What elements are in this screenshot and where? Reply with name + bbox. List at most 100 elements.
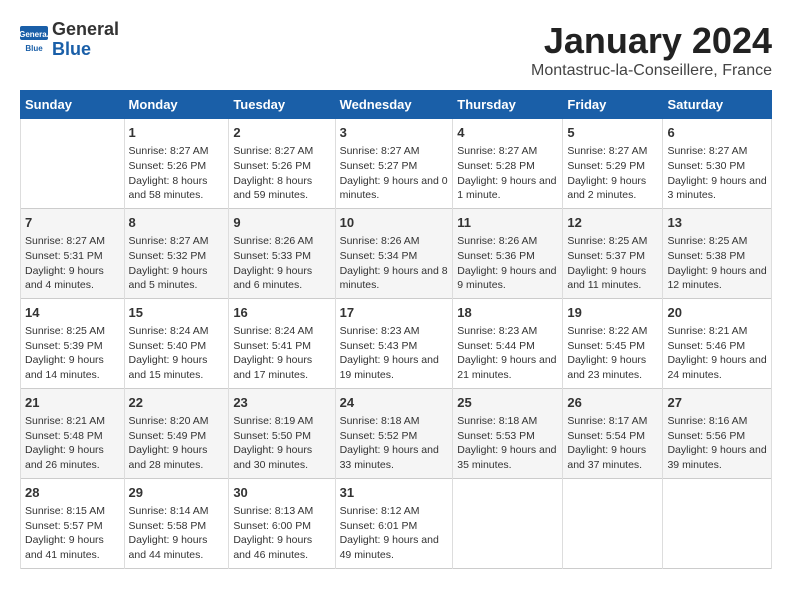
day-number: 20 [667, 304, 767, 322]
daylight-text: Daylight: 9 hours and 30 minutes. [233, 444, 312, 471]
sunrise-text: Sunrise: 8:23 AM [457, 325, 537, 337]
day-number: 28 [25, 484, 120, 502]
calendar-cell: 3 Sunrise: 8:27 AM Sunset: 5:27 PM Dayli… [335, 119, 453, 209]
calendar-cell: 17 Sunrise: 8:23 AM Sunset: 5:43 PM Dayl… [335, 298, 453, 388]
day-number: 2 [233, 124, 330, 142]
cell-content: Sunrise: 8:21 AM Sunset: 5:48 PM Dayligh… [25, 414, 120, 473]
sunrise-text: Sunrise: 8:13 AM [233, 505, 313, 517]
sunrise-text: Sunrise: 8:26 AM [233, 235, 313, 247]
day-number: 9 [233, 214, 330, 232]
day-number: 18 [457, 304, 558, 322]
calendar-cell: 4 Sunrise: 8:27 AM Sunset: 5:28 PM Dayli… [453, 119, 563, 209]
day-number: 12 [567, 214, 658, 232]
day-number: 16 [233, 304, 330, 322]
sunset-text: Sunset: 5:34 PM [340, 250, 418, 262]
cell-content: Sunrise: 8:19 AM Sunset: 5:50 PM Dayligh… [233, 414, 330, 473]
logo-icon: General Blue [20, 26, 48, 54]
sunset-text: Sunset: 5:40 PM [129, 340, 207, 352]
header-row: Sunday Monday Tuesday Wednesday Thursday… [21, 91, 772, 119]
calendar-cell: 11 Sunrise: 8:26 AM Sunset: 5:36 PM Dayl… [453, 208, 563, 298]
calendar-cell: 10 Sunrise: 8:26 AM Sunset: 5:34 PM Dayl… [335, 208, 453, 298]
sunrise-text: Sunrise: 8:27 AM [340, 145, 420, 157]
sunset-text: Sunset: 5:57 PM [25, 520, 103, 532]
sunrise-text: Sunrise: 8:12 AM [340, 505, 420, 517]
sunrise-text: Sunrise: 8:17 AM [567, 415, 647, 427]
calendar-cell: 25 Sunrise: 8:18 AM Sunset: 5:53 PM Dayl… [453, 388, 563, 478]
calendar-cell: 23 Sunrise: 8:19 AM Sunset: 5:50 PM Dayl… [229, 388, 335, 478]
day-number: 25 [457, 394, 558, 412]
sunset-text: Sunset: 5:45 PM [567, 340, 645, 352]
cell-content: Sunrise: 8:27 AM Sunset: 5:28 PM Dayligh… [457, 144, 558, 203]
calendar-header: Sunday Monday Tuesday Wednesday Thursday… [21, 91, 772, 119]
sunset-text: Sunset: 6:00 PM [233, 520, 311, 532]
day-number: 21 [25, 394, 120, 412]
sunrise-text: Sunrise: 8:27 AM [667, 145, 747, 157]
sunset-text: Sunset: 5:49 PM [129, 430, 207, 442]
sunrise-text: Sunrise: 8:16 AM [667, 415, 747, 427]
cell-content: Sunrise: 8:27 AM Sunset: 5:26 PM Dayligh… [233, 144, 330, 203]
sunrise-text: Sunrise: 8:27 AM [129, 235, 209, 247]
daylight-text: Daylight: 9 hours and 26 minutes. [25, 444, 104, 471]
daylight-text: Daylight: 9 hours and 49 minutes. [340, 534, 439, 561]
calendar-cell [453, 478, 563, 568]
cell-content: Sunrise: 8:18 AM Sunset: 5:52 PM Dayligh… [340, 414, 449, 473]
calendar-cell: 21 Sunrise: 8:21 AM Sunset: 5:48 PM Dayl… [21, 388, 125, 478]
cell-content: Sunrise: 8:27 AM Sunset: 5:27 PM Dayligh… [340, 144, 449, 203]
calendar-cell: 22 Sunrise: 8:20 AM Sunset: 5:49 PM Dayl… [124, 388, 229, 478]
sunset-text: Sunset: 5:28 PM [457, 160, 535, 172]
calendar-cell: 29 Sunrise: 8:14 AM Sunset: 5:58 PM Dayl… [124, 478, 229, 568]
cell-content: Sunrise: 8:16 AM Sunset: 5:56 PM Dayligh… [667, 414, 767, 473]
sunset-text: Sunset: 5:44 PM [457, 340, 535, 352]
daylight-text: Daylight: 9 hours and 37 minutes. [567, 444, 646, 471]
sunrise-text: Sunrise: 8:25 AM [667, 235, 747, 247]
day-number: 19 [567, 304, 658, 322]
calendar-cell: 7 Sunrise: 8:27 AM Sunset: 5:31 PM Dayli… [21, 208, 125, 298]
col-saturday: Saturday [663, 91, 772, 119]
daylight-text: Daylight: 9 hours and 28 minutes. [129, 444, 208, 471]
day-number: 26 [567, 394, 658, 412]
day-number: 5 [567, 124, 658, 142]
sunrise-text: Sunrise: 8:18 AM [457, 415, 537, 427]
svg-text:General: General [20, 30, 48, 39]
svg-text:Blue: Blue [25, 44, 43, 53]
calendar-cell: 28 Sunrise: 8:15 AM Sunset: 5:57 PM Dayl… [21, 478, 125, 568]
daylight-text: Daylight: 9 hours and 46 minutes. [233, 534, 312, 561]
col-sunday: Sunday [21, 91, 125, 119]
daylight-text: Daylight: 9 hours and 4 minutes. [25, 265, 104, 292]
cell-content: Sunrise: 8:12 AM Sunset: 6:01 PM Dayligh… [340, 504, 449, 563]
sunset-text: Sunset: 5:36 PM [457, 250, 535, 262]
sunrise-text: Sunrise: 8:23 AM [340, 325, 420, 337]
cell-content: Sunrise: 8:18 AM Sunset: 5:53 PM Dayligh… [457, 414, 558, 473]
logo: General Blue General Blue [20, 20, 119, 60]
sunset-text: Sunset: 5:26 PM [129, 160, 207, 172]
daylight-text: Daylight: 8 hours and 59 minutes. [233, 175, 312, 202]
month-title: January 2024 [531, 20, 772, 62]
cell-content: Sunrise: 8:23 AM Sunset: 5:43 PM Dayligh… [340, 324, 449, 383]
week-row-5: 28 Sunrise: 8:15 AM Sunset: 5:57 PM Dayl… [21, 478, 772, 568]
cell-content: Sunrise: 8:20 AM Sunset: 5:49 PM Dayligh… [129, 414, 225, 473]
sunset-text: Sunset: 5:37 PM [567, 250, 645, 262]
sunrise-text: Sunrise: 8:14 AM [129, 505, 209, 517]
col-tuesday: Tuesday [229, 91, 335, 119]
sunset-text: Sunset: 5:53 PM [457, 430, 535, 442]
sunrise-text: Sunrise: 8:22 AM [567, 325, 647, 337]
week-row-4: 21 Sunrise: 8:21 AM Sunset: 5:48 PM Dayl… [21, 388, 772, 478]
cell-content: Sunrise: 8:26 AM Sunset: 5:34 PM Dayligh… [340, 234, 449, 293]
calendar-cell: 14 Sunrise: 8:25 AM Sunset: 5:39 PM Dayl… [21, 298, 125, 388]
calendar-cell: 13 Sunrise: 8:25 AM Sunset: 5:38 PM Dayl… [663, 208, 772, 298]
calendar-cell: 2 Sunrise: 8:27 AM Sunset: 5:26 PM Dayli… [229, 119, 335, 209]
cell-content: Sunrise: 8:27 AM Sunset: 5:26 PM Dayligh… [129, 144, 225, 203]
calendar-body: 1 Sunrise: 8:27 AM Sunset: 5:26 PM Dayli… [21, 119, 772, 569]
day-number: 11 [457, 214, 558, 232]
calendar-cell: 20 Sunrise: 8:21 AM Sunset: 5:46 PM Dayl… [663, 298, 772, 388]
calendar-cell: 24 Sunrise: 8:18 AM Sunset: 5:52 PM Dayl… [335, 388, 453, 478]
sunrise-text: Sunrise: 8:19 AM [233, 415, 313, 427]
calendar-cell: 15 Sunrise: 8:24 AM Sunset: 5:40 PM Dayl… [124, 298, 229, 388]
daylight-text: Daylight: 9 hours and 6 minutes. [233, 265, 312, 292]
sunset-text: Sunset: 5:39 PM [25, 340, 103, 352]
calendar-cell: 12 Sunrise: 8:25 AM Sunset: 5:37 PM Dayl… [563, 208, 663, 298]
calendar-cell: 5 Sunrise: 8:27 AM Sunset: 5:29 PM Dayli… [563, 119, 663, 209]
daylight-text: Daylight: 9 hours and 24 minutes. [667, 354, 766, 381]
day-number: 14 [25, 304, 120, 322]
calendar-table: Sunday Monday Tuesday Wednesday Thursday… [20, 90, 772, 569]
